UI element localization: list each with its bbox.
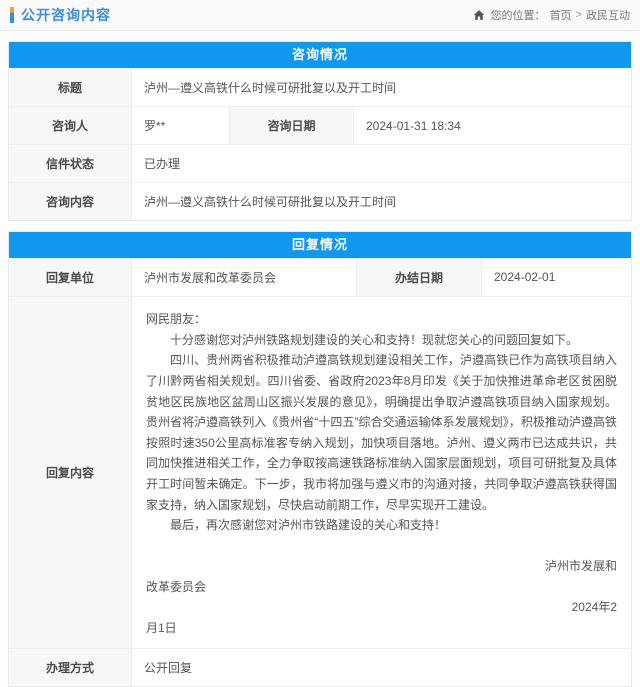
table-row: 咨询内容 泸州—遵义高铁什么时候可研批复以及开工时间 xyxy=(9,182,631,220)
consult-date-value: 2024-01-31 18:34 xyxy=(353,107,631,144)
letter-status-label: 信件状态 xyxy=(9,145,131,182)
table-row: 回复内容 网民朋友： 十分感谢您对泸州铁路规划建设的关心和支持！现就您关心的问题… xyxy=(9,296,631,649)
consult-content-value: 泸州—遵义高铁什么时候可研批复以及开工时间 xyxy=(131,183,631,220)
reply-paragraph: 最后，再次感谢您对泸州市铁路建设的关心和支持！ xyxy=(170,518,447,533)
reply-unit-label: 回复单位 xyxy=(9,258,131,296)
reply-section: 回复情况 回复单位 泸州市发展和改革委员会 办结日期 2024-02-01 回复… xyxy=(8,231,632,687)
consult-title-label: 标题 xyxy=(9,68,131,106)
signature-unit-line2: 改革委员会 xyxy=(146,579,207,594)
finish-date-label: 办结日期 xyxy=(356,258,481,296)
signature-date-line2: 月1日 xyxy=(146,620,177,635)
table-row: 信件状态 已办理 xyxy=(9,144,631,182)
table-row: 回复单位 泸州市发展和改革委员会 办结日期 2024-02-01 xyxy=(9,258,631,296)
consult-date-label: 咨询日期 xyxy=(229,107,353,144)
table-row: 办理方式 公开回复 xyxy=(9,648,631,687)
breadcrumb-home-link[interactable]: 首页 xyxy=(550,7,572,23)
table-row: 标题 泸州—遵义高铁什么时候可研批复以及开工时间 xyxy=(9,68,631,106)
consult-content-label: 咨询内容 xyxy=(9,183,131,220)
breadcrumb-prefix: 您的位置： xyxy=(490,10,546,22)
consult-person-value: 罗** xyxy=(131,107,229,144)
page-title-group: 公开咨询内容 xyxy=(10,5,111,25)
consult-title-value: 泸州—遵义高铁什么时候可研批复以及开工时间 xyxy=(131,68,631,106)
reply-section-header: 回复情况 xyxy=(9,232,631,258)
page-header-bar: 公开咨询内容 您的位置： 首页 > 政民互动 xyxy=(0,0,640,31)
consult-section: 咨询情况 标题 泸州—遵义高铁什么时候可研批复以及开工时间 咨询人 罗** 咨询… xyxy=(8,41,632,221)
breadcrumb-current-link[interactable]: 政民互动 xyxy=(586,7,630,23)
reply-paragraph: 四川、贵州两省积极推动泸遵高铁规划建设相关工作，泸遵高铁已作为高铁项目纳入了川黔… xyxy=(146,353,617,512)
consult-section-header: 咨询情况 xyxy=(9,42,631,68)
breadcrumb: 您的位置： 首页 > 政民互动 xyxy=(473,7,630,23)
signature-date-line1: 2024年2 xyxy=(571,600,617,615)
breadcrumb-separator: > xyxy=(575,9,582,21)
signature-unit-line1: 泸州市发展和 xyxy=(544,558,617,573)
reply-salutation: 网民朋友： xyxy=(146,312,207,326)
table-row: 咨询人 罗** 咨询日期 2024-01-31 18:34 xyxy=(9,106,631,144)
consult-person-label: 咨询人 xyxy=(9,107,131,144)
title-accent-bar xyxy=(10,7,14,23)
letter-status-value: 已办理 xyxy=(131,145,631,182)
reply-paragraph: 十分感谢您对泸州铁路规划建设的关心和支持！现就您关心的问题回复如下。 xyxy=(170,332,579,347)
finish-date-value: 2024-02-01 xyxy=(481,258,631,296)
reply-content-body: 网民朋友： 十分感谢您对泸州铁路规划建设的关心和支持！现就您关心的问题回复如下。… xyxy=(131,297,631,649)
reply-content-label: 回复内容 xyxy=(9,297,131,649)
reply-unit-value: 泸州市发展和改革委员会 xyxy=(131,258,356,296)
handle-method-value: 公开回复 xyxy=(131,649,631,687)
home-icon xyxy=(473,9,485,21)
page-title: 公开咨询内容 xyxy=(21,7,111,23)
handle-method-label: 办理方式 xyxy=(9,649,131,687)
